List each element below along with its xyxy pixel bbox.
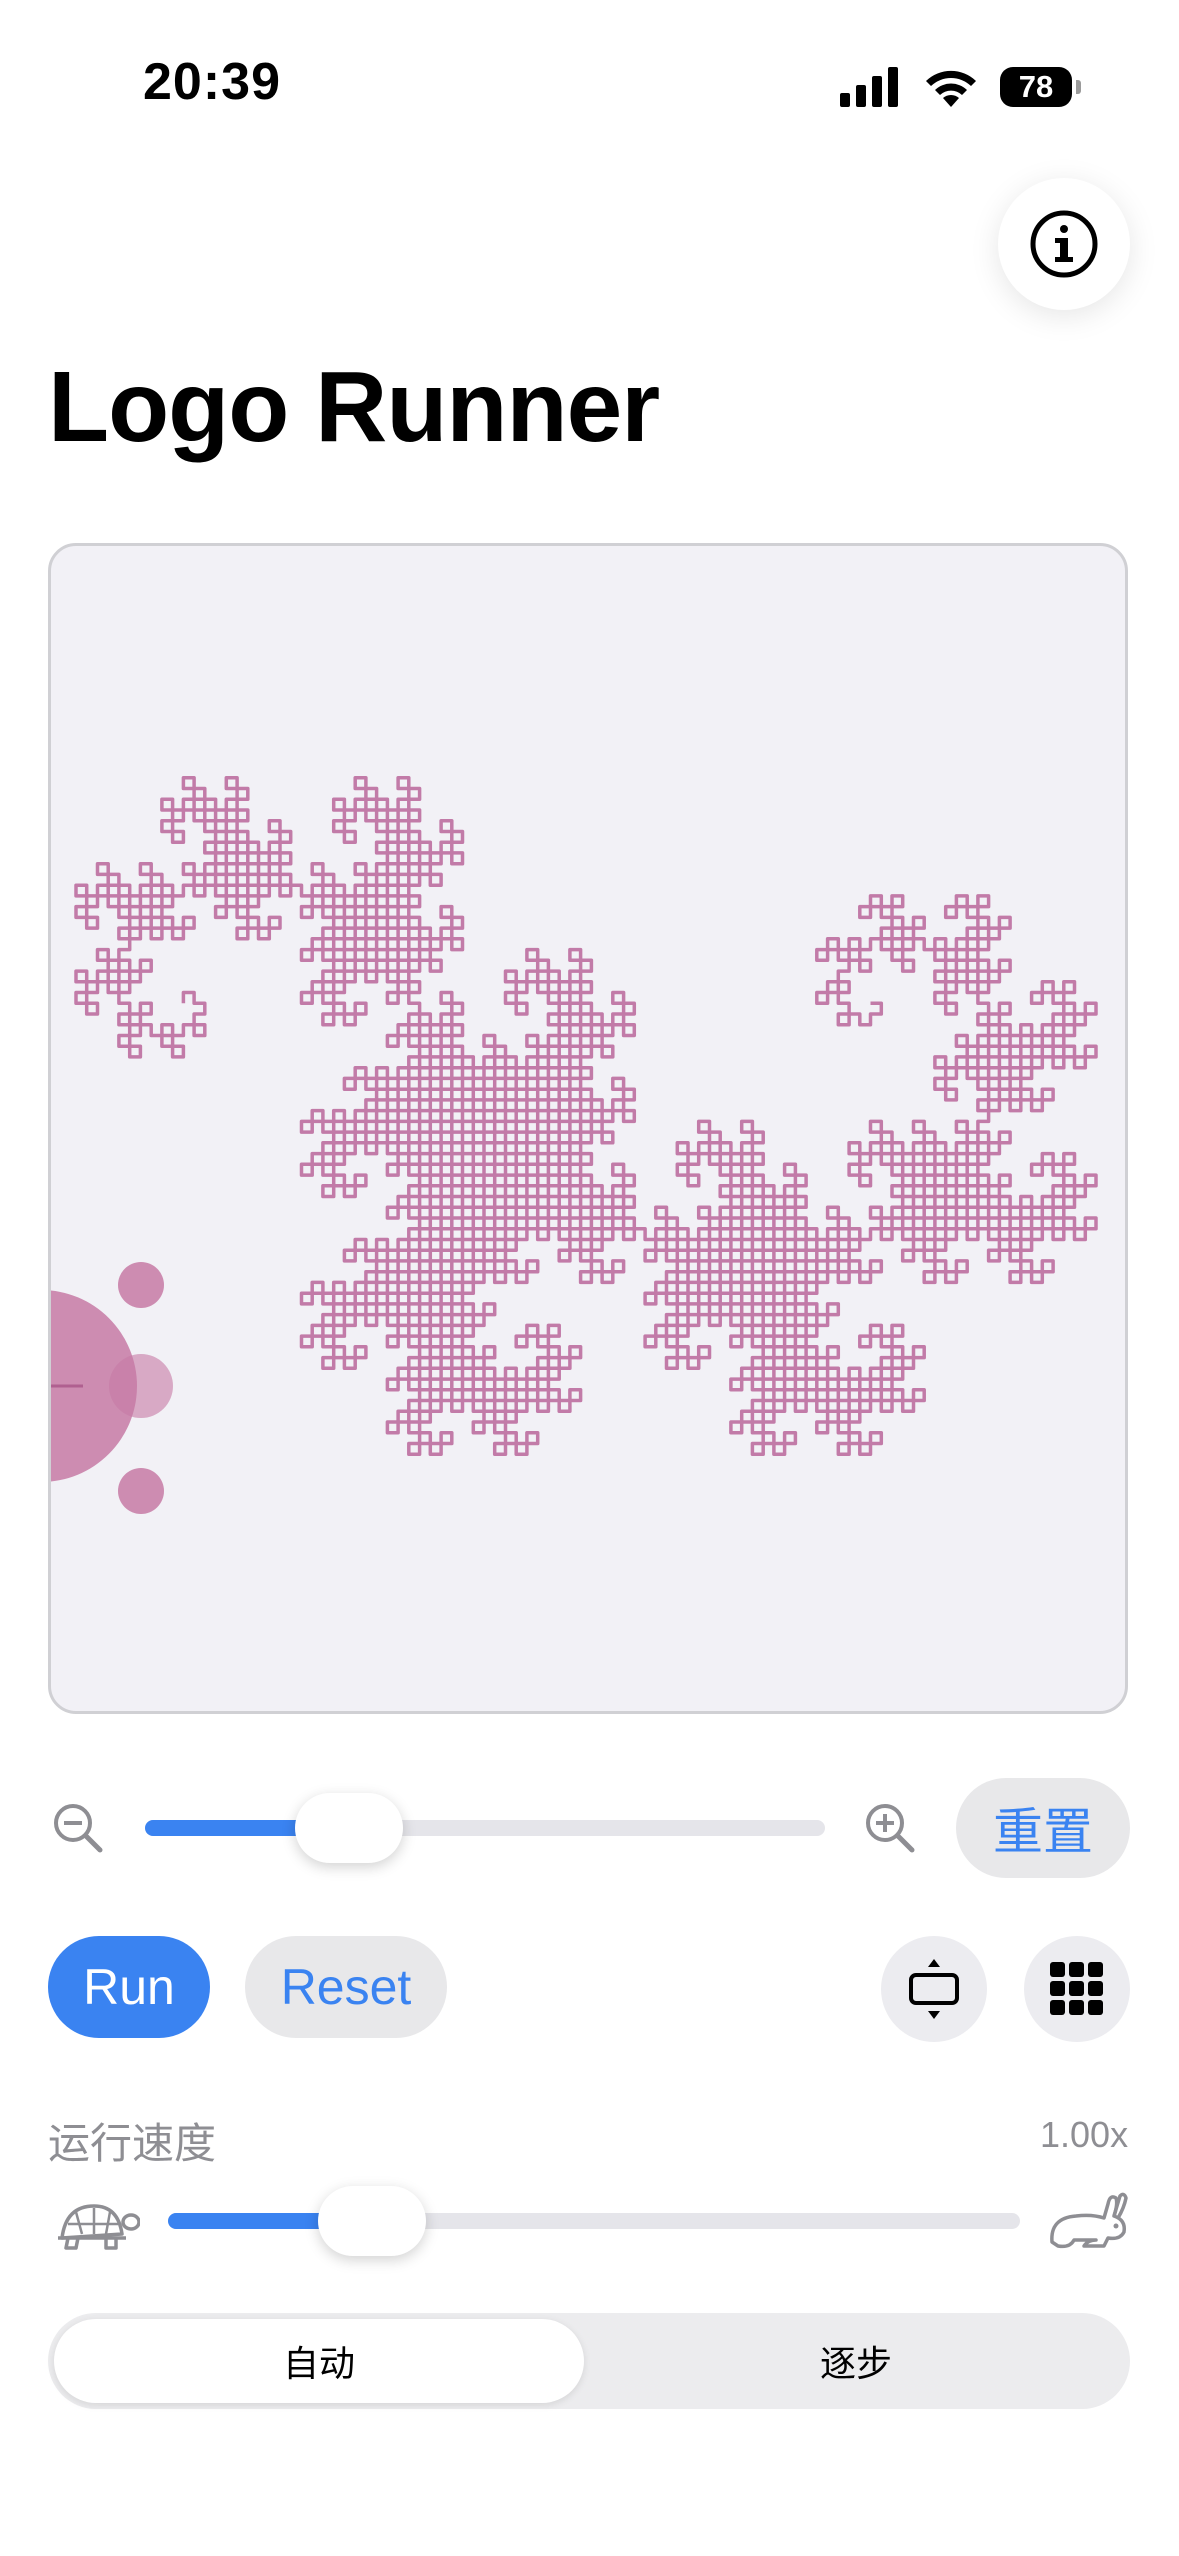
turtle-drawing [51,776,1098,1514]
grid-icon [1050,1962,1103,2015]
reset-button[interactable]: Reset [245,1936,447,2038]
zoom-out-icon[interactable] [52,1802,104,1854]
zoom-in-icon[interactable] [864,1802,916,1854]
status-icons: 78 [840,62,1081,112]
info-icon [1030,210,1098,278]
mode-segmented-control: 自动 逐步 [48,2313,1130,2409]
speed-label: 运行速度 [48,2120,217,2167]
rabbit-icon [1050,2192,1128,2249]
battery-icon: 78 [1000,67,1072,107]
cellular-signal-icon [840,67,898,107]
zoom-reset-button[interactable]: 重置 [956,1778,1130,1878]
battery-level: 78 [1018,69,1054,104]
grid-button[interactable] [1024,1936,1130,2042]
info-button[interactable] [998,178,1130,310]
fit-button[interactable] [881,1936,987,2042]
mode-option-step[interactable]: 逐步 [588,2319,1124,2403]
speed-value: 1.00x [1040,2114,1129,2155]
drawing-canvas[interactable] [48,543,1128,1714]
wifi-icon [926,70,976,107]
speed-slider[interactable] [168,2186,1020,2256]
zoom-slider[interactable] [145,1793,825,1863]
dragon-curve-path [74,776,1098,1456]
run-button[interactable]: Run [48,1936,210,2038]
turtle-icon [58,2204,140,2250]
mode-option-auto[interactable]: 自动 [54,2319,584,2403]
page-title: Logo Runner [48,351,660,463]
turtle-icon [51,1262,173,1514]
speed-slider-knob[interactable] [318,2186,426,2256]
turtle-path-line [74,776,1098,1456]
fit-vertical-icon [909,1959,959,2019]
status-time: 20:39 [143,53,281,111]
zoom-slider-knob[interactable] [295,1793,403,1863]
